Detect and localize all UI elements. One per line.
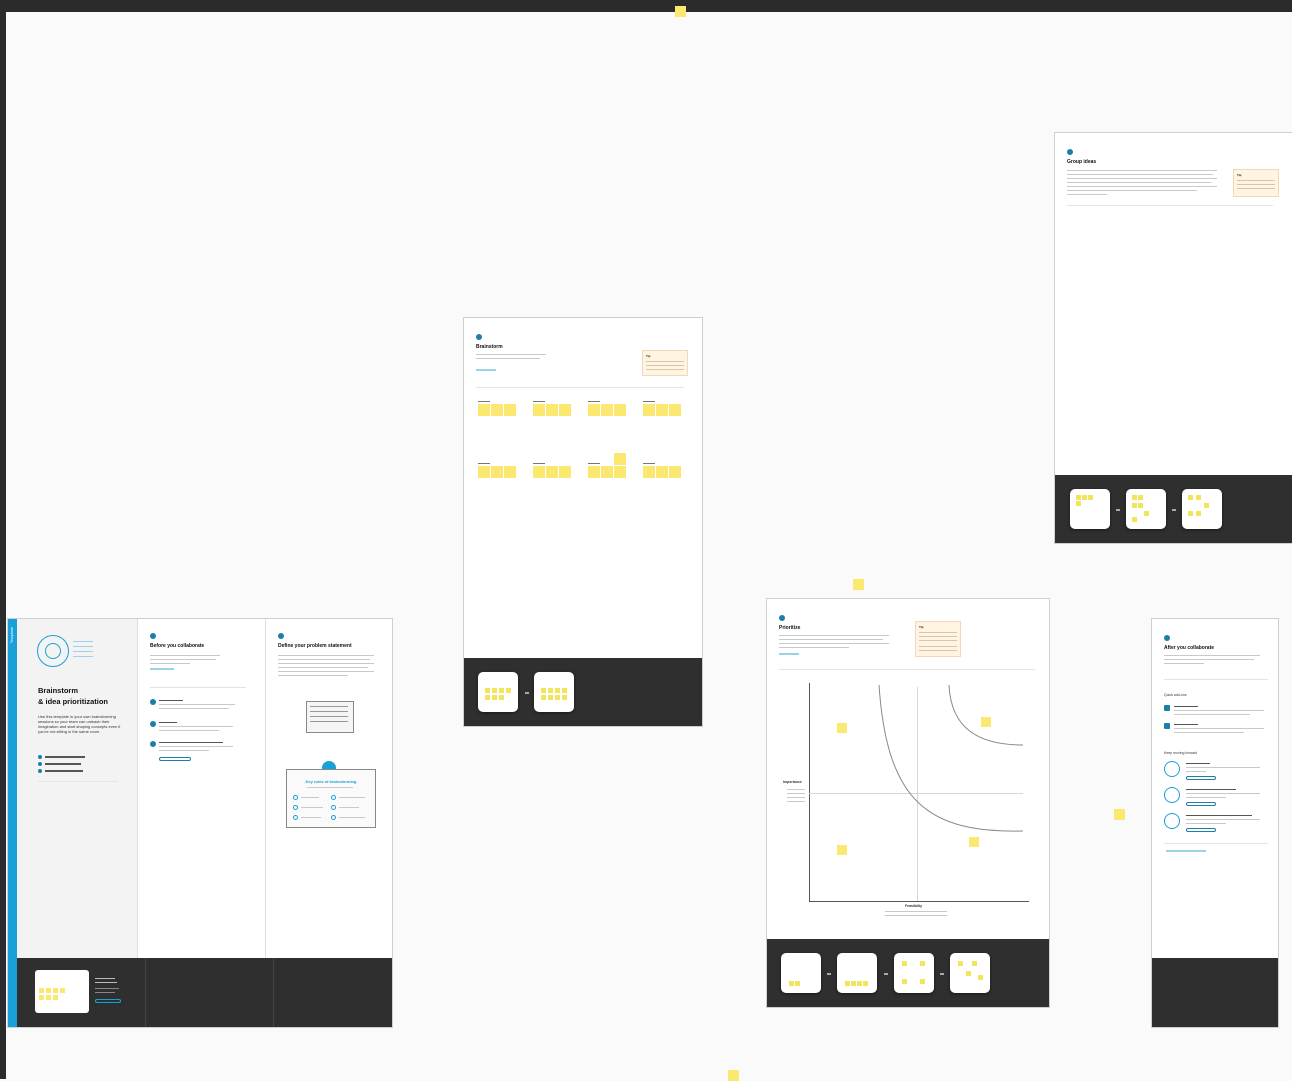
template-side-tab: Template: [8, 619, 17, 1027]
floating-sticky-note[interactable]: [675, 6, 686, 17]
open-template-button[interactable]: [1186, 776, 1216, 780]
timer-button[interactable]: [159, 757, 191, 761]
x-axis: [809, 901, 1029, 902]
brainstorm-tip: Tip: [642, 350, 688, 376]
priority-curves: [878, 684, 1024, 832]
brainstorm-title: Brainstorm: [476, 344, 503, 350]
step-thumbnail[interactable]: [534, 672, 574, 712]
sticky-note[interactable]: [981, 717, 991, 727]
sticky-note[interactable]: [478, 466, 490, 478]
prioritize-title: Prioritize: [779, 625, 801, 631]
intro-dark-band: [17, 958, 392, 1027]
step-thumbnail[interactable]: [950, 953, 990, 993]
group-title: Group ideas: [1067, 159, 1097, 165]
mural-canvas[interactable]: Template Brainstorm & idea prioritizatio…: [6, 6, 1292, 1081]
key-rules-title: Key rules of brainstorming: [305, 779, 357, 784]
side-tab-label: Template: [9, 627, 14, 644]
key-rules-card[interactable]: Key rules of brainstorming: [286, 769, 376, 828]
sticky-note[interactable]: [837, 845, 847, 855]
after-title: After you collaborate: [1164, 645, 1215, 651]
group-tip: Tip: [1233, 169, 1279, 197]
floating-sticky-note[interactable]: [1114, 809, 1125, 820]
step-thumbnail[interactable]: [1070, 489, 1110, 529]
sticky-note[interactable]: [643, 466, 655, 478]
prioritize-dark-band: [767, 939, 1049, 1007]
open-article-link[interactable]: [150, 668, 174, 670]
sticky-note[interactable]: [643, 404, 655, 416]
top-toolbar: [0, 0, 1292, 12]
step-thumbnail[interactable]: [781, 953, 821, 993]
step-thumbnail[interactable]: [837, 953, 877, 993]
prioritize-frame[interactable]: Prioritize Tip Importance Feasibility: [766, 598, 1050, 1008]
open-template-button[interactable]: [95, 999, 121, 1003]
floating-sticky-note[interactable]: [853, 579, 864, 590]
step-thumbnail[interactable]: [1182, 489, 1222, 529]
planning-icon: [1164, 813, 1180, 829]
quick-addons-heading: Quick add-ons: [1164, 693, 1187, 697]
intro-title-line2: & idea prioritization: [38, 697, 109, 706]
brainstorm-dark-band: [464, 658, 702, 726]
share-template-link[interactable]: [1166, 850, 1206, 852]
template-intro-frame[interactable]: Template Brainstorm & idea prioritizatio…: [7, 618, 393, 1028]
problem-title: Define your problem statement: [278, 643, 352, 649]
open-template-button[interactable]: [1186, 802, 1216, 806]
strategy-icon: [1164, 761, 1180, 777]
step-thumbnail[interactable]: [894, 953, 934, 993]
sticky-note[interactable]: [837, 723, 847, 733]
after-collaborate-frame[interactable]: After you collaborate Quick add-ons Keep…: [1151, 618, 1279, 1028]
open-template-button[interactable]: [1186, 828, 1216, 832]
intro-panel: Brainstorm & idea prioritization Use thi…: [17, 619, 137, 959]
open-article-link[interactable]: [476, 369, 496, 371]
before-collaborate-panel: Before you collaborate: [137, 619, 266, 959]
floating-sticky-note[interactable]: [728, 1070, 739, 1081]
problem-statement-box[interactable]: [306, 701, 354, 733]
lightbulb-inner-icon: [45, 643, 61, 659]
prioritize-tip: Tip: [915, 621, 961, 657]
sticky-note[interactable]: [478, 404, 490, 416]
open-article-link[interactable]: [779, 653, 799, 655]
step-thumbnail[interactable]: [1126, 489, 1166, 529]
group-ideas-frame[interactable]: Group ideas Tip: [1054, 132, 1292, 544]
intro-description: Use this template in your own brainstorm…: [38, 714, 121, 734]
keep-moving-heading: Keep moving forward: [1164, 751, 1198, 755]
x-axis-label: Feasibility: [905, 904, 923, 908]
sticky-note[interactable]: [588, 404, 600, 416]
sticky-note[interactable]: [533, 404, 545, 416]
after-dark-band: [1152, 958, 1278, 1027]
sticky-note[interactable]: [969, 837, 979, 847]
y-axis-label: Importance: [783, 780, 802, 784]
research-icon: [1164, 787, 1180, 803]
preview-thumbnail[interactable]: [35, 970, 89, 1013]
step-thumbnail[interactable]: [478, 672, 518, 712]
group-dark-band: [1055, 475, 1292, 543]
brainstorm-frame[interactable]: Brainstorm Tip: [463, 317, 703, 727]
problem-statement-panel: Define your problem statement Key rules …: [265, 619, 392, 959]
intro-title-line1: Brainstorm: [38, 686, 79, 695]
before-title: Before you collaborate: [150, 643, 205, 649]
sticky-note[interactable]: [588, 466, 600, 478]
sticky-note[interactable]: [533, 466, 545, 478]
